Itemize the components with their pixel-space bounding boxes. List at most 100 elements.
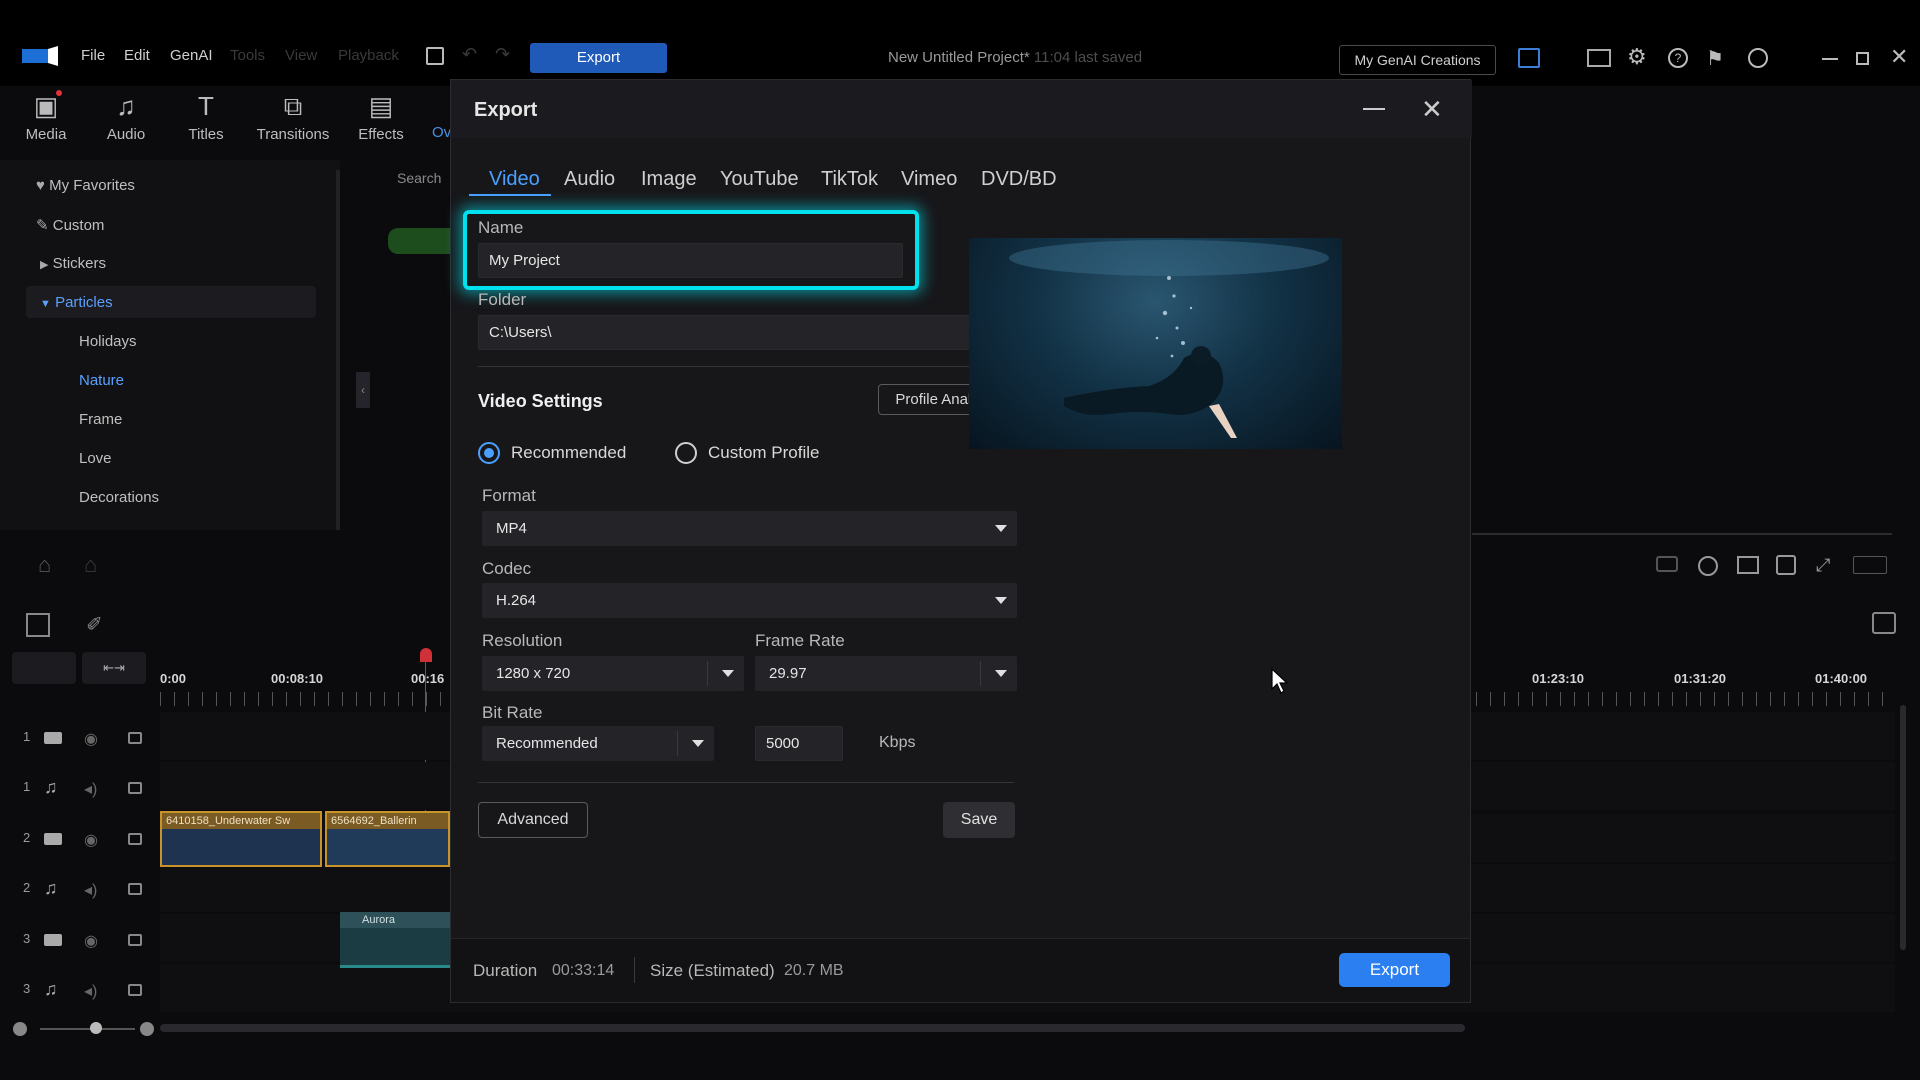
lock-icon[interactable] — [128, 984, 142, 996]
help-icon[interactable]: ? — [1668, 48, 1688, 68]
timeline-options-icon[interactable] — [1872, 612, 1896, 634]
zoom-preview-icon[interactable] — [1776, 555, 1796, 575]
minimize-dialog-icon[interactable] — [1363, 108, 1385, 110]
frame-rate-select[interactable]: 29.97 — [755, 656, 1017, 691]
close-dialog-icon[interactable]: ✕ — [1421, 94, 1443, 125]
speaker-icon[interactable]: ◂) — [84, 779, 97, 799]
folder-input[interactable]: C:\Users\ — [478, 315, 1014, 350]
lock-icon[interactable] — [128, 782, 142, 794]
draw-icon[interactable]: ✐ — [86, 612, 103, 637]
tab-vimeo[interactable]: Vimeo — [901, 168, 957, 191]
tab-tiktok[interactable]: TikTok — [821, 168, 878, 191]
menu-file[interactable]: File — [81, 47, 105, 64]
notification-icon[interactable]: ⚑ — [1706, 46, 1724, 71]
timeline-clip[interactable]: 6564692_Ballerin — [325, 811, 450, 867]
gear-icon[interactable]: ⚙ — [1627, 44, 1647, 70]
bit-rate-mode-select[interactable]: Recommended — [482, 726, 714, 761]
sidebar-scrollbar[interactable] — [336, 170, 340, 530]
save-project-icon[interactable] — [426, 47, 444, 65]
timeline-clip[interactable]: 6410158_Underwater Sw — [160, 811, 322, 867]
menu-playback[interactable]: Playback — [338, 47, 399, 64]
account-icon[interactable] — [1748, 48, 1768, 68]
fullscreen-icon[interactable]: ⤢ — [1816, 555, 1830, 576]
zoom-slider[interactable] — [40, 1028, 135, 1030]
aspect-ratio-icon[interactable] — [1853, 556, 1887, 574]
snapshot-icon[interactable] — [1656, 556, 1678, 572]
tab-video[interactable]: Video — [489, 168, 540, 191]
restore-window-icon[interactable] — [1856, 52, 1869, 65]
name-input[interactable]: My Project — [478, 243, 903, 278]
eye-icon[interactable]: ◉ — [84, 830, 98, 850]
library-search-partial[interactable]: Search — [397, 170, 441, 186]
tab-audio[interactable]: ♫ Audio — [91, 92, 161, 143]
tab-effects[interactable]: ▤ Effects — [346, 92, 416, 143]
top-export-button[interactable]: Export — [530, 43, 667, 73]
timeline-horizontal-scrollbar[interactable] — [160, 1024, 1465, 1032]
play-preview-icon[interactable] — [1698, 556, 1718, 576]
tab-titles[interactable]: T Titles — [171, 92, 241, 143]
library-thumbnail-partial[interactable] — [388, 228, 450, 254]
layout-icon[interactable] — [1587, 49, 1611, 67]
zoom-slider-handle[interactable] — [90, 1022, 102, 1034]
add-tag-icon[interactable]: ⌂ — [38, 552, 51, 578]
sidebar-item-favorites[interactable]: ♥ My Favorites — [36, 177, 135, 194]
undo-icon[interactable]: ↶ — [462, 44, 477, 65]
menu-genai[interactable]: GenAI — [170, 47, 213, 64]
menu-edit[interactable]: Edit — [124, 47, 150, 64]
timeline-vertical-scrollbar[interactable] — [1900, 705, 1906, 950]
playhead-marker[interactable] — [420, 648, 432, 662]
zoom-in-icon[interactable] — [140, 1022, 154, 1036]
custom-profile-radio-label[interactable]: Custom Profile — [708, 443, 819, 463]
bit-rate-input[interactable]: 5000 — [755, 726, 843, 761]
tab-youtube[interactable]: YouTube — [720, 168, 799, 191]
sidebar-item-holidays[interactable]: Holidays — [79, 333, 137, 350]
timeline-clip[interactable]: Aurora — [340, 912, 450, 968]
upload-icon[interactable] — [1518, 48, 1540, 68]
tab-transitions[interactable]: ⧉ Transitions — [253, 92, 333, 143]
lock-icon[interactable] — [128, 934, 142, 946]
lock-icon[interactable] — [128, 732, 142, 744]
zoom-out-icon[interactable] — [13, 1022, 27, 1036]
tab-audio[interactable]: Audio — [564, 168, 615, 191]
speaker-icon[interactable]: ◂) — [84, 981, 97, 1001]
sidebar-item-love[interactable]: Love — [79, 450, 112, 467]
redo-icon[interactable]: ↷ — [495, 44, 510, 65]
recommended-radio[interactable] — [478, 442, 500, 464]
sidebar-item-decorations[interactable]: Decorations — [79, 489, 159, 506]
eye-icon[interactable]: ◉ — [84, 729, 98, 749]
codec-select[interactable]: H.264 — [482, 583, 1017, 618]
speaker-icon[interactable]: ◂) — [84, 880, 97, 900]
minimize-window-icon[interactable] — [1822, 58, 1838, 60]
subtitle-icon[interactable] — [1737, 556, 1759, 574]
lock-icon[interactable] — [128, 833, 142, 845]
preview-progress-bar[interactable] — [1472, 533, 1892, 535]
my-genai-creations-button[interactable]: My GenAI Creations — [1339, 45, 1496, 75]
export-button[interactable]: Export — [1339, 953, 1450, 987]
format-select[interactable]: MP4 — [482, 511, 1017, 546]
custom-profile-radio[interactable] — [675, 442, 697, 464]
timeline-tool-icon[interactable] — [26, 613, 50, 637]
resolution-select[interactable]: 1280 x 720 — [482, 656, 744, 691]
eye-icon[interactable]: ◉ — [84, 931, 98, 951]
menu-tools[interactable]: Tools — [230, 47, 265, 64]
tab-image[interactable]: Image — [641, 168, 697, 191]
fit-timeline-button[interactable]: ⇤⇥ — [82, 652, 146, 684]
close-window-icon[interactable]: ✕ — [1890, 44, 1908, 70]
sidebar-item-particles[interactable]: ▼ Particles — [40, 294, 113, 311]
sidebar-item-custom[interactable]: ✎ Custom — [36, 216, 104, 234]
collapse-sidebar-button[interactable]: ‹ — [356, 372, 370, 408]
sidebar-item-nature[interactable]: Nature — [79, 372, 124, 389]
app-logo-icon[interactable] — [22, 46, 58, 66]
recommended-radio-label[interactable]: Recommended — [511, 443, 626, 463]
tab-overlays-partial[interactable]: Ov — [432, 124, 451, 141]
sidebar-item-frame[interactable]: Frame — [79, 411, 122, 428]
menu-view[interactable]: View — [285, 47, 317, 64]
tab-media[interactable]: ▣ Media — [11, 92, 81, 143]
advanced-button[interactable]: Advanced — [478, 802, 588, 838]
track-manager-button[interactable] — [12, 652, 76, 684]
lock-icon[interactable] — [128, 883, 142, 895]
sidebar-item-stickers[interactable]: ▶ Stickers — [40, 255, 106, 272]
tab-dvd-bd[interactable]: DVD/BD — [981, 168, 1057, 191]
remove-tag-icon[interactable]: ⌂ — [84, 552, 97, 578]
save-button[interactable]: Save — [943, 802, 1015, 838]
